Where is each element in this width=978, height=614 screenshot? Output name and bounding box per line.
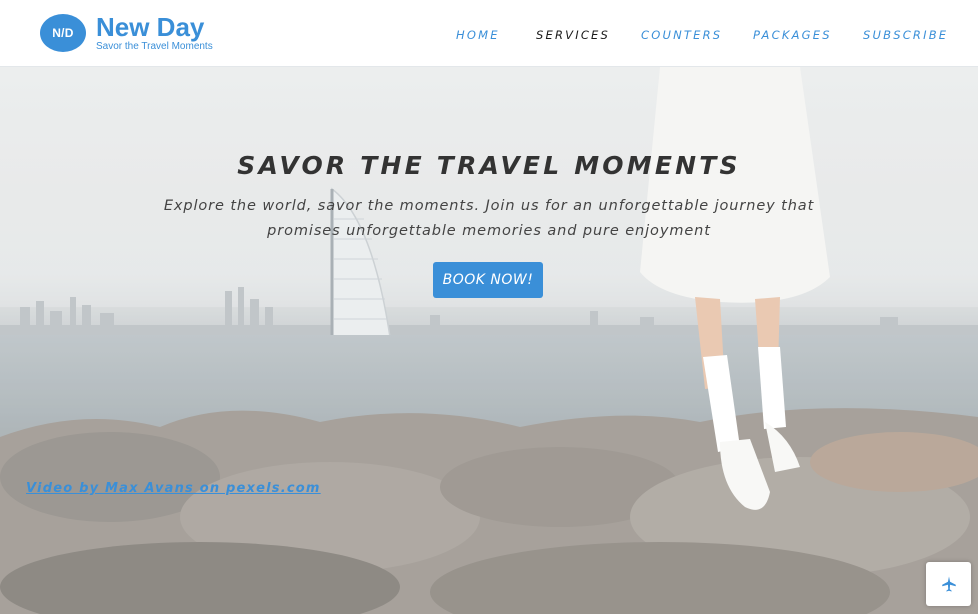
nav-item-subscribe[interactable]: SUBSCRIBE: [863, 28, 948, 42]
site-header: N/D New Day Savor the Travel Moments HOM…: [0, 0, 978, 67]
hero-section: SAVOR THE TRAVEL MOMENTS Explore the wor…: [0, 67, 978, 614]
nav-item-home[interactable]: HOME: [456, 28, 500, 42]
hero-subtitle: Explore the world, savor the moments. Jo…: [163, 198, 815, 239]
hero-overlay: [0, 67, 978, 614]
scroll-top-button[interactable]: [926, 562, 971, 606]
nav-item-packages[interactable]: PACKAGES: [753, 28, 832, 42]
book-now-button[interactable]: BOOK NOW!: [433, 262, 543, 298]
hero-title: SAVOR THE TRAVEL MOMENTS: [237, 151, 741, 180]
nav-item-counters[interactable]: COUNTERS: [641, 28, 722, 42]
video-credit-link[interactable]: Video by Max Avans on pexels.com: [26, 481, 321, 496]
nav-item-services[interactable]: SERVICES: [536, 28, 610, 42]
main-nav: HOME SERVICES COUNTERS PACKAGES SUBSCRIB…: [0, 28, 978, 44]
airplane-icon: [941, 576, 956, 592]
